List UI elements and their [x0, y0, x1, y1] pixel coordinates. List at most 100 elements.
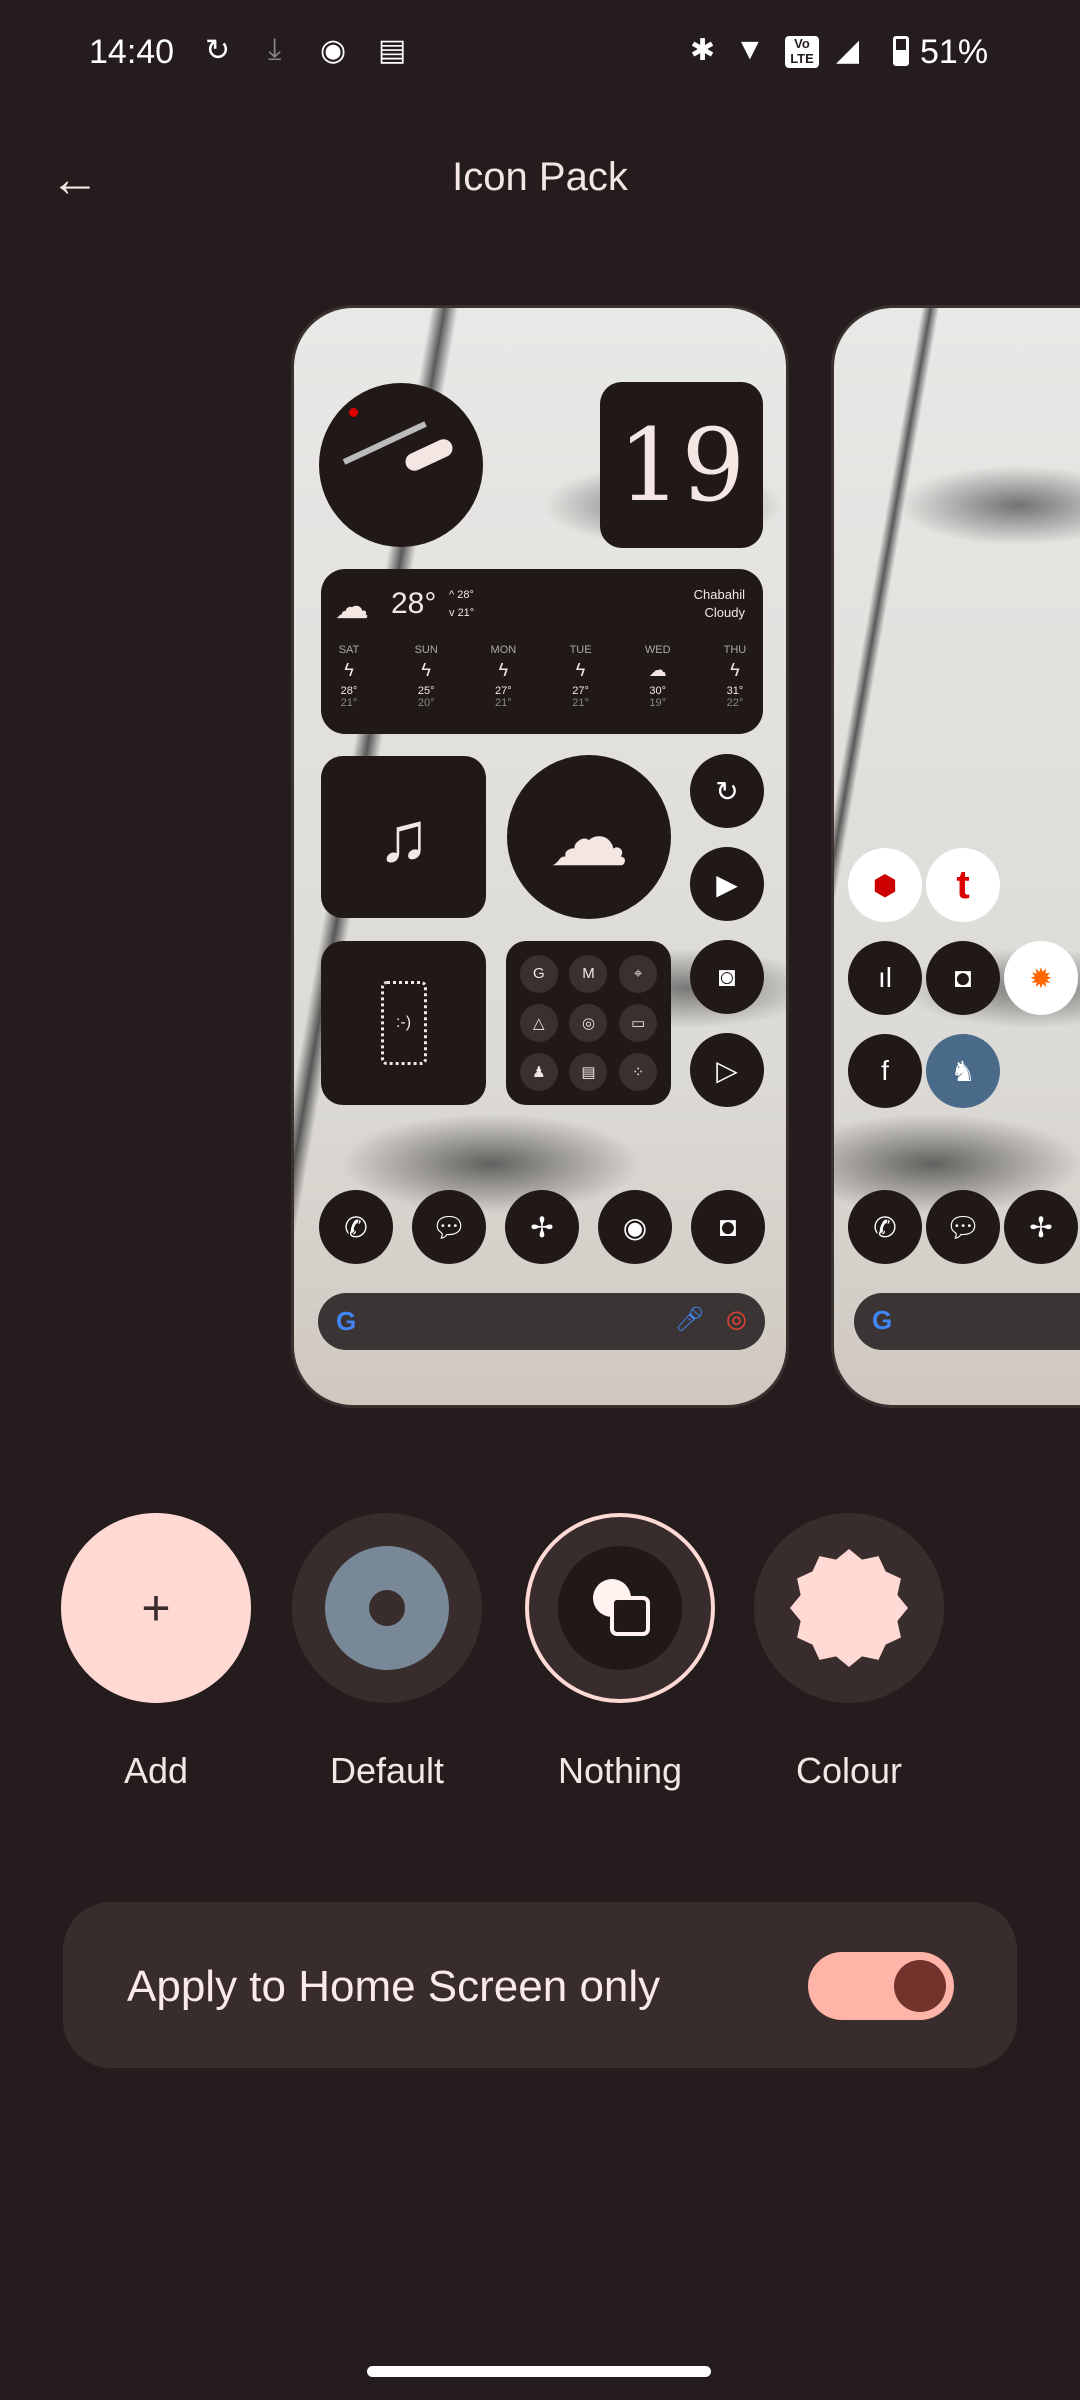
- app-folder[interactable]: G M ⌖ △ ◎ ▭ ♟ ▤ ⁘: [506, 941, 671, 1105]
- folder-app-icon[interactable]: ▭: [619, 1003, 658, 1042]
- messages-icon[interactable]: 💬︎: [412, 1190, 486, 1264]
- face-widget: :-): [321, 941, 486, 1105]
- search-bar[interactable]: G: [854, 1293, 1080, 1350]
- mic-icon[interactable]: 🎤︎: [675, 1305, 705, 1334]
- forecast-low: 20°: [417, 697, 435, 709]
- low-temp: 21°: [457, 607, 475, 619]
- gesture-nav-handle[interactable]: [367, 2366, 711, 2377]
- camera-icon: ◘: [926, 941, 1000, 1015]
- status-bar: 14:40 ↻ ⤓ ◉ ▤ ✱ ▼ Vo LTE ◢ 51%: [0, 28, 1080, 78]
- volte-icon: Vo LTE: [785, 36, 819, 68]
- option-add[interactable]: +: [61, 1513, 251, 1703]
- bars-icon: ıl: [848, 941, 922, 1015]
- pinwheel-icon: ✢: [1004, 1190, 1078, 1264]
- google-icon: G: [336, 1306, 357, 1336]
- folder-app-icon[interactable]: △: [519, 1003, 558, 1042]
- sun-icon: ✹: [1004, 941, 1078, 1015]
- clock: 14:40: [89, 33, 175, 71]
- location: Chabahil: [693, 587, 745, 602]
- chrome-icon: ◉: [320, 34, 347, 67]
- storm-icon: ϟ: [344, 660, 354, 680]
- toggle-thumb: [894, 1960, 946, 2012]
- wifi-icon: ▼: [735, 33, 765, 66]
- phone-icon[interactable]: ✆: [319, 1190, 393, 1264]
- forecast-day: WED ☁ 30° 19°: [633, 644, 683, 709]
- current-temp: 28°: [391, 587, 437, 620]
- condition: Cloudy: [704, 605, 745, 620]
- folder-app-icon[interactable]: ♟: [519, 1053, 558, 1092]
- pinwheel-icon[interactable]: ✢: [505, 1190, 579, 1264]
- storm-icon: ϟ: [498, 660, 509, 680]
- setting-label: Apply to Home Screen only: [127, 1962, 661, 2011]
- forecast-high: 25°: [417, 685, 435, 697]
- forecast-low: 21°: [572, 697, 589, 709]
- forecast-day-label: THU: [723, 644, 747, 656]
- weather-cloud-widget: ☁: [507, 755, 671, 919]
- storm-icon: ϟ: [421, 660, 431, 680]
- camera-icon[interactable]: ◘: [691, 1190, 765, 1264]
- folder-app-icon[interactable]: ▤: [569, 1053, 608, 1092]
- forecast-day: SUN ϟ 25° 20°: [401, 644, 451, 709]
- forecast-low: 21°: [495, 697, 512, 709]
- cloud-icon: ☁: [335, 588, 369, 626]
- forecast-low: 21°: [340, 697, 358, 709]
- pubg-icon: ♞: [926, 1034, 1000, 1108]
- forecast-day: TUE ϟ 27° 21°: [556, 644, 606, 709]
- forecast-day-label: TUE: [569, 644, 592, 656]
- icon-pack-preview-nothing[interactable]: 19 ☁ 28° ^ 28° v 21° Chabahil Cloudy SAT…: [291, 305, 789, 1408]
- cloud-icon: ☁: [549, 792, 629, 882]
- high-temp: 28°: [457, 589, 474, 601]
- bluetooth-icon: ✱: [690, 34, 716, 67]
- clock-hand: [402, 436, 456, 474]
- toggle-switch[interactable]: [808, 1952, 954, 2020]
- forecast-high: 27°: [572, 685, 589, 697]
- icon-pack-preview-colour[interactable]: ⬢ t ıl ◘ ✹ f ♞ ✆ 💬︎ ✢ G: [831, 305, 1080, 1408]
- storm-icon: ϟ: [575, 660, 586, 680]
- news-icon: ▤: [378, 34, 407, 67]
- download-icon: ⤓: [268, 33, 282, 66]
- plus-icon: +: [141, 1580, 171, 1636]
- antutu-icon: ⬢: [848, 848, 922, 922]
- face-icon: :-): [380, 981, 427, 1065]
- clock-dot: [349, 408, 358, 417]
- youtube-icon[interactable]: ▶: [690, 847, 764, 921]
- folder-app-icon[interactable]: ⌖: [619, 954, 658, 993]
- folder-app-icon[interactable]: M: [569, 954, 608, 993]
- instagram-icon[interactable]: ◙: [690, 940, 764, 1014]
- facebook-icon: f: [848, 1034, 922, 1108]
- play-store-icon[interactable]: ▷: [690, 1033, 764, 1107]
- chrome-icon[interactable]: ◉: [598, 1190, 672, 1264]
- nothing-shapes-icon: [558, 1546, 682, 1670]
- forecast-day-label: SAT: [338, 644, 360, 656]
- option-default[interactable]: [292, 1513, 482, 1703]
- sync-icon[interactable]: ↻: [690, 754, 764, 828]
- sync-icon: ↻: [205, 34, 231, 67]
- forecast-high: 30°: [649, 685, 667, 697]
- lens-icon[interactable]: ◎: [726, 1305, 747, 1334]
- search-bar[interactable]: G 🎤︎ ◎: [318, 1293, 765, 1350]
- option-label: Add: [123, 1750, 189, 1791]
- phone-icon: ✆: [848, 1190, 922, 1264]
- page-title: Icon Pack: [452, 155, 628, 199]
- option-nothing[interactable]: [525, 1513, 715, 1703]
- forecast-day: SAT ϟ 28° 21°: [324, 644, 374, 709]
- option-colour[interactable]: [754, 1513, 944, 1703]
- signal-icon: ◢: [836, 34, 860, 67]
- forecast-day: MON ϟ 27° 21°: [478, 644, 528, 709]
- forecast-high: 31°: [726, 685, 744, 697]
- weather-widget: ☁ 28° ^ 28° v 21° Chabahil Cloudy SAT ϟ 28…: [321, 569, 763, 734]
- scalloped-shape-icon: [790, 1549, 908, 1667]
- forecast-day: THU ϟ 31° 22°: [710, 644, 760, 709]
- folder-app-icon[interactable]: ◎: [569, 1003, 608, 1042]
- forecast-high: 28°: [340, 685, 358, 697]
- forecast-day-label: WED: [644, 644, 671, 656]
- folder-app-icon[interactable]: G: [519, 954, 558, 993]
- option-label: Nothing: [557, 1750, 683, 1791]
- battery-percent: 51%: [920, 33, 989, 71]
- forecast-low: 22°: [726, 697, 744, 709]
- apply-home-screen-setting[interactable]: Apply to Home Screen only: [63, 1902, 1017, 2068]
- folder-app-icon[interactable]: ⁘: [619, 1053, 658, 1092]
- battery-icon: [893, 36, 909, 66]
- music-note-icon: ♫: [377, 798, 430, 876]
- date-widget: 19: [600, 382, 763, 548]
